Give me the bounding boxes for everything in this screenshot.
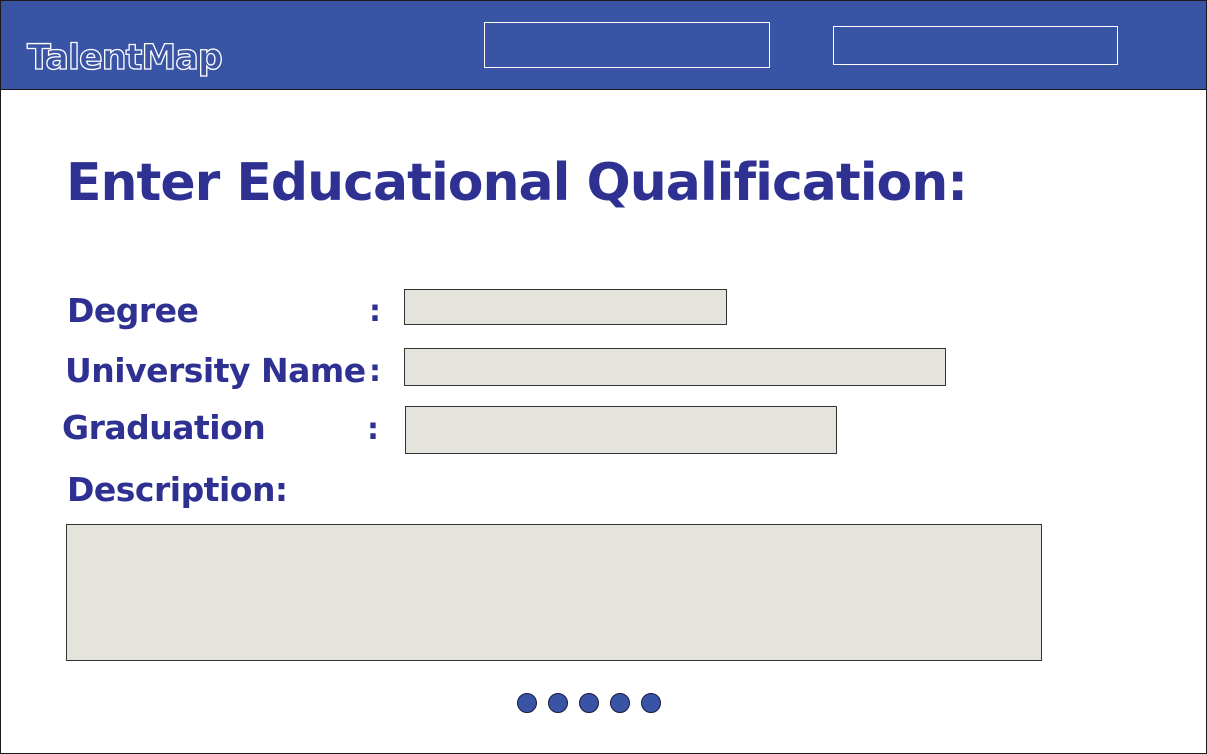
degree-colon: : xyxy=(369,294,381,329)
page-dot-5[interactable] xyxy=(641,693,661,713)
header-nav-box-2[interactable] xyxy=(833,26,1118,65)
university-name-label: University Name xyxy=(65,351,366,390)
header-nav-box-1[interactable] xyxy=(484,22,770,68)
top-header-bar: TalentMap xyxy=(1,1,1206,90)
page-dot-2[interactable] xyxy=(548,693,568,713)
university-name-input[interactable] xyxy=(404,348,946,386)
page-title: Enter Educational Qualification: xyxy=(66,153,968,213)
talentmap-logo[interactable]: TalentMap xyxy=(26,37,223,78)
graduation-colon: : xyxy=(367,412,379,447)
graduation-label: Graduation xyxy=(62,408,266,447)
degree-input[interactable] xyxy=(404,289,727,325)
degree-label: Degree xyxy=(67,291,199,330)
page-dot-3[interactable] xyxy=(579,693,599,713)
graduation-input[interactable] xyxy=(405,406,837,454)
page-dot-1[interactable] xyxy=(517,693,537,713)
description-textarea[interactable] xyxy=(66,524,1042,661)
university-name-colon: : xyxy=(369,354,381,389)
description-label: Description: xyxy=(67,470,288,509)
page-dot-4[interactable] xyxy=(610,693,630,713)
pagination-dots xyxy=(517,693,661,713)
